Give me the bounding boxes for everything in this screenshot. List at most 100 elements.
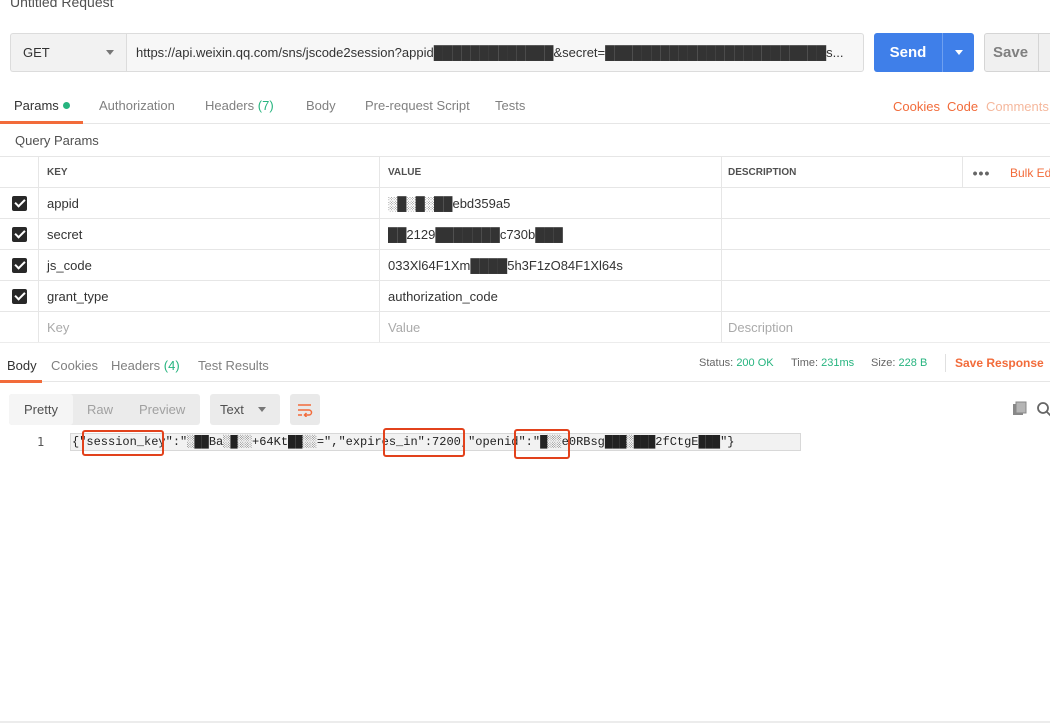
save-button[interactable]: Save (984, 33, 1050, 72)
new-param-description-input[interactable]: Description (722, 312, 1050, 342)
tab-test-results[interactable]: Test Results (198, 358, 269, 373)
url-value: https://api.weixin.qq.com/sns/jscode2ses… (136, 45, 844, 60)
param-value[interactable]: 033Xl64F1Xm████5h3F1zO84F1Xl64s (380, 250, 722, 280)
column-description: DESCRIPTION (728, 166, 797, 178)
param-key[interactable]: grant_type (39, 281, 380, 311)
checkbox-checked-icon (11, 226, 27, 242)
table-row: appid ░█░█░██ebd359a5 (0, 188, 1050, 219)
param-description[interactable] (722, 250, 1050, 280)
time-value: 231ms (821, 357, 855, 369)
param-checkbox[interactable] (0, 219, 39, 249)
table-row-new: Key Value Description (0, 312, 1050, 343)
active-response-tab-underline (0, 380, 42, 383)
tab-response-headers-label: Headers (111, 358, 161, 373)
status-label: Status: (699, 357, 734, 369)
size-value: 228 B (898, 357, 928, 369)
tab-body[interactable]: Body (306, 98, 336, 113)
wrap-lines-button[interactable] (290, 394, 320, 425)
param-description[interactable] (722, 219, 1050, 249)
response-tabs: Body Cookies Headers (4) Test Results St… (0, 342, 1050, 383)
save-divider (1038, 34, 1039, 71)
tab-response-body[interactable]: Body (7, 358, 37, 373)
tab-headers-count: (7) (257, 98, 274, 113)
more-options-icon[interactable]: ••• (962, 157, 1000, 188)
table-header: KEY VALUE DESCRIPTION ••• Bulk Edit (0, 156, 1050, 188)
status-value: 200 OK (736, 357, 774, 369)
cookies-link[interactable]: Cookies (893, 99, 940, 114)
annotation-box-openid (514, 429, 570, 459)
chevron-down-icon (954, 50, 963, 55)
copy-icon[interactable] (1012, 401, 1028, 417)
annotation-box-expires-in (383, 428, 465, 457)
bulk-edit-link[interactable]: Bulk Edit (1010, 157, 1050, 188)
param-key[interactable]: secret (39, 219, 380, 249)
annotation-box-session-key (82, 430, 164, 456)
checkbox-checked-icon (11, 288, 27, 304)
view-raw-button[interactable]: Raw (87, 402, 113, 417)
param-value[interactable]: ██2129███████c730b███ (380, 219, 722, 249)
size-readout: Size: 228 B (871, 357, 927, 369)
method-value: GET (23, 45, 50, 60)
param-checkbox[interactable] (0, 250, 39, 280)
tab-response-cookies[interactable]: Cookies (51, 358, 98, 373)
save-response-button[interactable]: Save Response (955, 356, 1044, 370)
code-link[interactable]: Code (947, 99, 978, 114)
tab-response-headers[interactable]: Headers (4) (111, 358, 180, 373)
new-param-key-input[interactable]: Key (39, 312, 380, 342)
status-divider (945, 354, 946, 372)
table-row: secret ██2129███████c730b███ (0, 219, 1050, 250)
param-value[interactable]: ░█░█░██ebd359a5 (380, 188, 722, 218)
tab-headers-label: Headers (205, 98, 255, 113)
comments-link[interactable]: Comments (986, 99, 1049, 114)
send-label: Send (889, 44, 927, 61)
line-number: 1 (37, 435, 45, 449)
view-pretty-button[interactable]: Pretty (9, 394, 73, 425)
send-dropdown[interactable] (943, 50, 974, 55)
table-row: js_code 033Xl64F1Xm████5h3F1zO84F1Xl64s (0, 250, 1050, 281)
param-description[interactable] (722, 188, 1050, 218)
format-select[interactable]: Text (210, 394, 280, 425)
time-readout: Time: 231ms (791, 357, 854, 369)
tab-tests[interactable]: Tests (495, 98, 525, 113)
save-label: Save (993, 44, 1029, 61)
chevron-down-icon (106, 50, 114, 55)
query-params-title: Query Params (15, 133, 99, 148)
send-button[interactable]: Send (874, 33, 974, 72)
method-select[interactable]: GET (10, 33, 126, 72)
status-readout: Status: 200 OK (699, 357, 774, 369)
view-mode-group: Pretty Raw Preview (9, 394, 200, 425)
tab-prerequest-script[interactable]: Pre-request Script (365, 98, 470, 113)
tab-response-headers-count: (4) (163, 358, 180, 373)
active-tab-underline (0, 121, 83, 124)
query-params-table: KEY VALUE DESCRIPTION ••• Bulk Edit appi… (0, 156, 1050, 343)
format-value: Text (220, 402, 244, 417)
tab-params[interactable]: Params (14, 98, 70, 113)
request-tabs: Params Authorization Headers (7) Body Pr… (0, 86, 1050, 124)
time-label: Time: (791, 357, 819, 369)
tab-authorization[interactable]: Authorization (99, 98, 175, 113)
checkbox-checked-icon (11, 257, 27, 273)
param-key[interactable]: appid (39, 188, 380, 218)
tab-params-label: Params (14, 98, 59, 113)
new-param-check-cell (0, 312, 39, 342)
param-checkbox[interactable] (0, 188, 39, 218)
request-title: Untitled Request (10, 0, 114, 10)
url-input[interactable]: https://api.weixin.qq.com/sns/jscode2ses… (126, 33, 864, 72)
param-checkbox[interactable] (0, 281, 39, 311)
column-value: VALUE (380, 157, 722, 187)
active-dot-icon (62, 102, 70, 109)
size-label: Size: (871, 357, 896, 369)
view-preview-button[interactable]: Preview (139, 402, 185, 417)
table-row: grant_type authorization_code (0, 281, 1050, 312)
header-check-cell (0, 157, 39, 187)
wrap-lines-icon (298, 403, 313, 417)
column-key: KEY (39, 157, 380, 187)
search-icon[interactable] (1036, 401, 1050, 417)
new-param-value-input[interactable]: Value (380, 312, 722, 342)
param-value[interactable]: authorization_code (380, 281, 722, 311)
param-key[interactable]: js_code (39, 250, 380, 280)
chevron-down-icon (258, 407, 266, 412)
param-description[interactable] (722, 281, 1050, 311)
checkbox-checked-icon (11, 195, 27, 211)
tab-headers[interactable]: Headers (7) (205, 98, 274, 113)
